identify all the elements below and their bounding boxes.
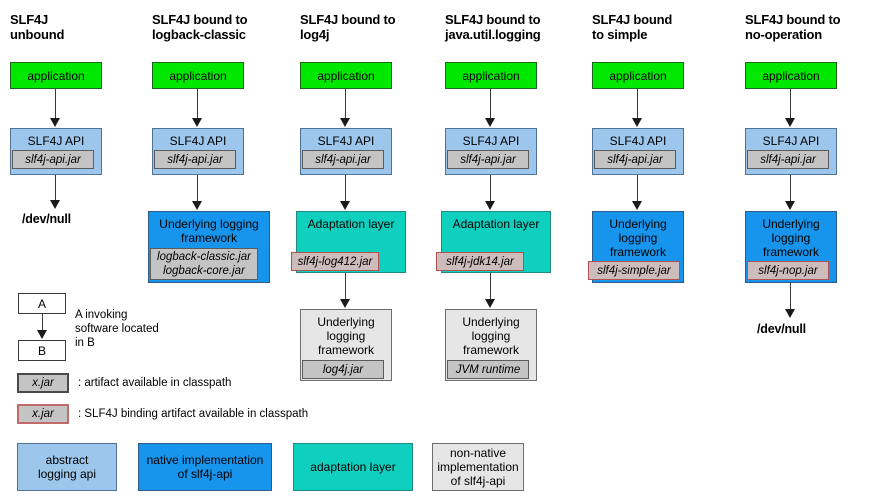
node-label: SLF4J API (169, 134, 227, 148)
jar-slf4j-log4j12-log4j: slf4j-log412.jar (291, 252, 379, 271)
node-application-simple: application (592, 62, 684, 89)
node-application-jul: application (445, 62, 537, 89)
legend-artifact-description: : artifact available in classpath (78, 377, 232, 389)
column-title-jul: SLF4J bound to java.util.logging (445, 12, 541, 42)
node-label: Adaptation layer (452, 217, 540, 231)
jar-label: slf4j-jdk14.jar (446, 255, 514, 268)
jar-slf4j-jdk14-jul: slf4j-jdk14.jar (436, 252, 524, 271)
jar-log4j-log4j: log4j.jar (302, 360, 384, 379)
jar-slf4j-api-unbound: slf4j-api.jar (12, 150, 94, 169)
legend-box-b: B (18, 340, 66, 361)
arrowhead-impl-to-devnull-nop (785, 309, 795, 318)
legend-box-a: A (18, 293, 66, 314)
node-label: application (609, 69, 667, 83)
legend-swatch-native-implementation: native implementation of slf4j-api (138, 443, 272, 491)
jar-label: logback-classic.jar logback-core.jar (157, 251, 251, 277)
jar-label: slf4j-nop.jar (758, 264, 818, 277)
column-title-simple: SLF4J bound to simple (592, 12, 673, 42)
devnull-label-nop: /dev/null (757, 322, 806, 336)
node-label: SLF4J API (27, 134, 85, 148)
jar-label: log4j.jar (322, 363, 364, 376)
node-label: SLF4J API (609, 134, 667, 148)
jar-label: slf4j-api.jar (25, 153, 81, 166)
legend-swatch-label: abstract logging api (37, 453, 97, 481)
node-label: Underlying logging framework (762, 217, 820, 259)
arrowhead-api-to-adapter-log4j (340, 201, 350, 210)
legend-swatch-abstract-logging-api: abstract logging api (17, 443, 117, 491)
legend-swatch-label: native implementation of slf4j-api (146, 453, 264, 481)
arrowhead-app-to-api-simple (632, 118, 642, 127)
legend-chip-artifact: x.jar (17, 373, 69, 393)
jar-label: slf4j-api.jar (460, 153, 516, 166)
jar-label: slf4j-api.jar (607, 153, 663, 166)
node-label: Adaptation layer (307, 217, 395, 231)
jar-slf4j-api-jul: slf4j-api.jar (447, 150, 529, 169)
arrowhead-app-to-api-nop (785, 118, 795, 127)
jar-label: slf4j-api.jar (315, 153, 371, 166)
node-label: application (462, 69, 520, 83)
legend-binding-artifact-description: : SLF4J binding artifact available in cl… (78, 408, 309, 420)
jar-label: JVM runtime (455, 363, 521, 376)
node-label: SLF4J API (317, 134, 375, 148)
node-label: SLF4J API (462, 134, 520, 148)
node-label: application (317, 69, 375, 83)
node-application-unbound: application (10, 62, 102, 89)
arrowhead-app-to-api-log4j (340, 118, 350, 127)
legend-arrowhead (37, 330, 47, 339)
legend-box-b-label: B (37, 343, 46, 358)
node-label: Underlying logging framework (609, 217, 667, 259)
jar-slf4j-api-nop: slf4j-api.jar (747, 150, 829, 169)
jar-jvm-runtime-jul: JVM runtime (447, 360, 529, 379)
arrowhead-adapter-to-impl-jul (485, 299, 495, 308)
node-application-log4j: application (300, 62, 392, 89)
arrowhead-app-to-api-jul (485, 118, 495, 127)
jar-slf4j-api-log4j: slf4j-api.jar (302, 150, 384, 169)
legend-chip-binding-artifact-label: x.jar (32, 408, 54, 420)
jar-label: slf4j-api.jar (167, 153, 223, 166)
arrowhead-app-to-api-unbound (50, 118, 60, 127)
jar-label: slf4j-simple.jar (597, 264, 671, 277)
jar-slf4j-api-logback: slf4j-api.jar (154, 150, 236, 169)
arrowhead-api-to-impl-simple (632, 201, 642, 210)
diagram-canvas: SLF4J unbound application SLF4J API slf4… (0, 0, 878, 503)
column-title-nop: SLF4J bound to no-operation (745, 12, 841, 42)
arrowhead-app-to-api-logback (192, 118, 202, 127)
node-label: Underlying logging framework (317, 315, 375, 357)
arrowhead-api-to-devnull-unbound (50, 200, 60, 209)
column-title-logback-classic: SLF4J bound to logback-classic (152, 12, 248, 42)
column-title-unbound: SLF4J unbound (10, 12, 65, 42)
arrowhead-adapter-to-impl-log4j (340, 299, 350, 308)
node-label: application (169, 69, 227, 83)
node-label: application (27, 69, 85, 83)
node-application-nop: application (745, 62, 837, 89)
jar-slf4j-simple-simple: slf4j-simple.jar (588, 261, 680, 280)
jar-slf4j-nop-nop: slf4j-nop.jar (747, 261, 829, 280)
column-title-log4j: SLF4J bound to log4j (300, 12, 396, 42)
legend-chip-binding-artifact: x.jar (17, 404, 69, 424)
jar-label: slf4j-log412.jar (297, 255, 373, 268)
devnull-label-unbound: /dev/null (22, 212, 71, 226)
arrowhead-api-to-impl-logback (192, 201, 202, 210)
legend-box-a-label: A (37, 296, 46, 311)
jar-label: slf4j-api.jar (760, 153, 816, 166)
legend-swatch-label: non-native implementation of slf4j-api (437, 446, 519, 488)
legend-swatch-non-native-implementation: non-native implementation of slf4j-api (432, 443, 524, 491)
legend-chip-artifact-label: x.jar (32, 377, 54, 389)
node-label: SLF4J API (762, 134, 820, 148)
node-label: application (762, 69, 820, 83)
node-label: Underlying logging framework (159, 217, 259, 245)
arrowhead-api-to-impl-nop (785, 201, 795, 210)
jar-slf4j-api-simple: slf4j-api.jar (594, 150, 676, 169)
jar-logback-logback: logback-classic.jar logback-core.jar (150, 248, 258, 280)
legend-swatch-label: adaptation layer (310, 460, 396, 474)
legend-invocation-description: A invoking software located in B (75, 309, 159, 349)
node-label: Underlying logging framework (462, 315, 520, 357)
legend-swatch-adaptation-layer: adaptation layer (293, 443, 413, 491)
node-application-logback: application (152, 62, 244, 89)
arrowhead-api-to-adapter-jul (485, 201, 495, 210)
